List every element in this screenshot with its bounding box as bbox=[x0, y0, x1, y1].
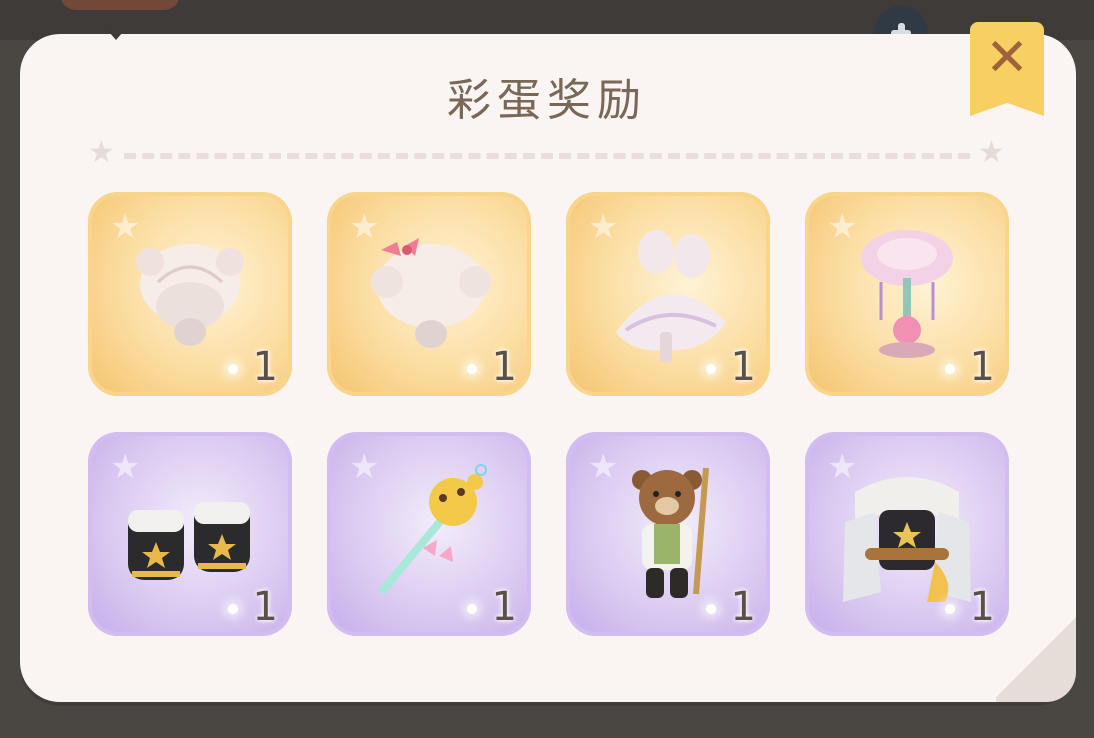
reward-item-teddy-bear[interactable]: ★ 1 bbox=[566, 432, 770, 636]
reward-item-giraffe-wand[interactable]: ★ 1 bbox=[327, 432, 531, 636]
reward-item-white-curly-hair-bow[interactable]: ★ 1 bbox=[327, 192, 531, 396]
star-icon: ★ bbox=[978, 135, 1005, 170]
item-count: 1 bbox=[969, 584, 995, 630]
item-count: 1 bbox=[491, 344, 517, 390]
item-count: 1 bbox=[252, 584, 278, 630]
wand-icon bbox=[379, 464, 487, 594]
sparkle bbox=[706, 604, 716, 614]
bear-icon bbox=[632, 467, 709, 598]
dashed-divider bbox=[124, 153, 970, 159]
reward-item-white-feather-dress[interactable]: ★ 1 bbox=[566, 192, 770, 396]
star-icon: ★ bbox=[88, 135, 115, 170]
item-count: 1 bbox=[969, 344, 995, 390]
item-count: 1 bbox=[252, 344, 278, 390]
item-count: 1 bbox=[491, 584, 517, 630]
dress-icon bbox=[616, 230, 726, 362]
coat-icon bbox=[843, 477, 971, 602]
sparkle bbox=[945, 604, 955, 614]
reward-item-fur-coat[interactable]: ★ 1 bbox=[805, 432, 1009, 636]
reward-item-black-gold-boots[interactable]: ★ 1 bbox=[88, 432, 292, 636]
sparkle bbox=[228, 604, 238, 614]
lamp-icon bbox=[861, 230, 953, 358]
item-count: 1 bbox=[730, 584, 756, 630]
top-decoration bbox=[60, 0, 180, 10]
sparkle bbox=[706, 364, 716, 374]
dialog-title: 彩蛋奖励 bbox=[447, 75, 647, 126]
page-fold-corner bbox=[996, 612, 1076, 702]
sparkle bbox=[467, 364, 477, 374]
hair-icon bbox=[371, 238, 491, 348]
close-icon: ✕ bbox=[985, 28, 1029, 88]
sparkle bbox=[228, 364, 238, 374]
reward-item-white-curly-hair-buns[interactable]: ★ 1 bbox=[88, 192, 292, 396]
sparkle bbox=[467, 604, 477, 614]
dialog-tail bbox=[102, 24, 130, 40]
reward-item-feather-lamp[interactable]: ★ 1 bbox=[805, 192, 1009, 396]
boots-icon bbox=[128, 502, 250, 580]
sparkle bbox=[945, 364, 955, 374]
close-button[interactable]: ✕ bbox=[970, 22, 1044, 116]
hair-icon bbox=[136, 244, 244, 346]
item-count: 1 bbox=[730, 344, 756, 390]
